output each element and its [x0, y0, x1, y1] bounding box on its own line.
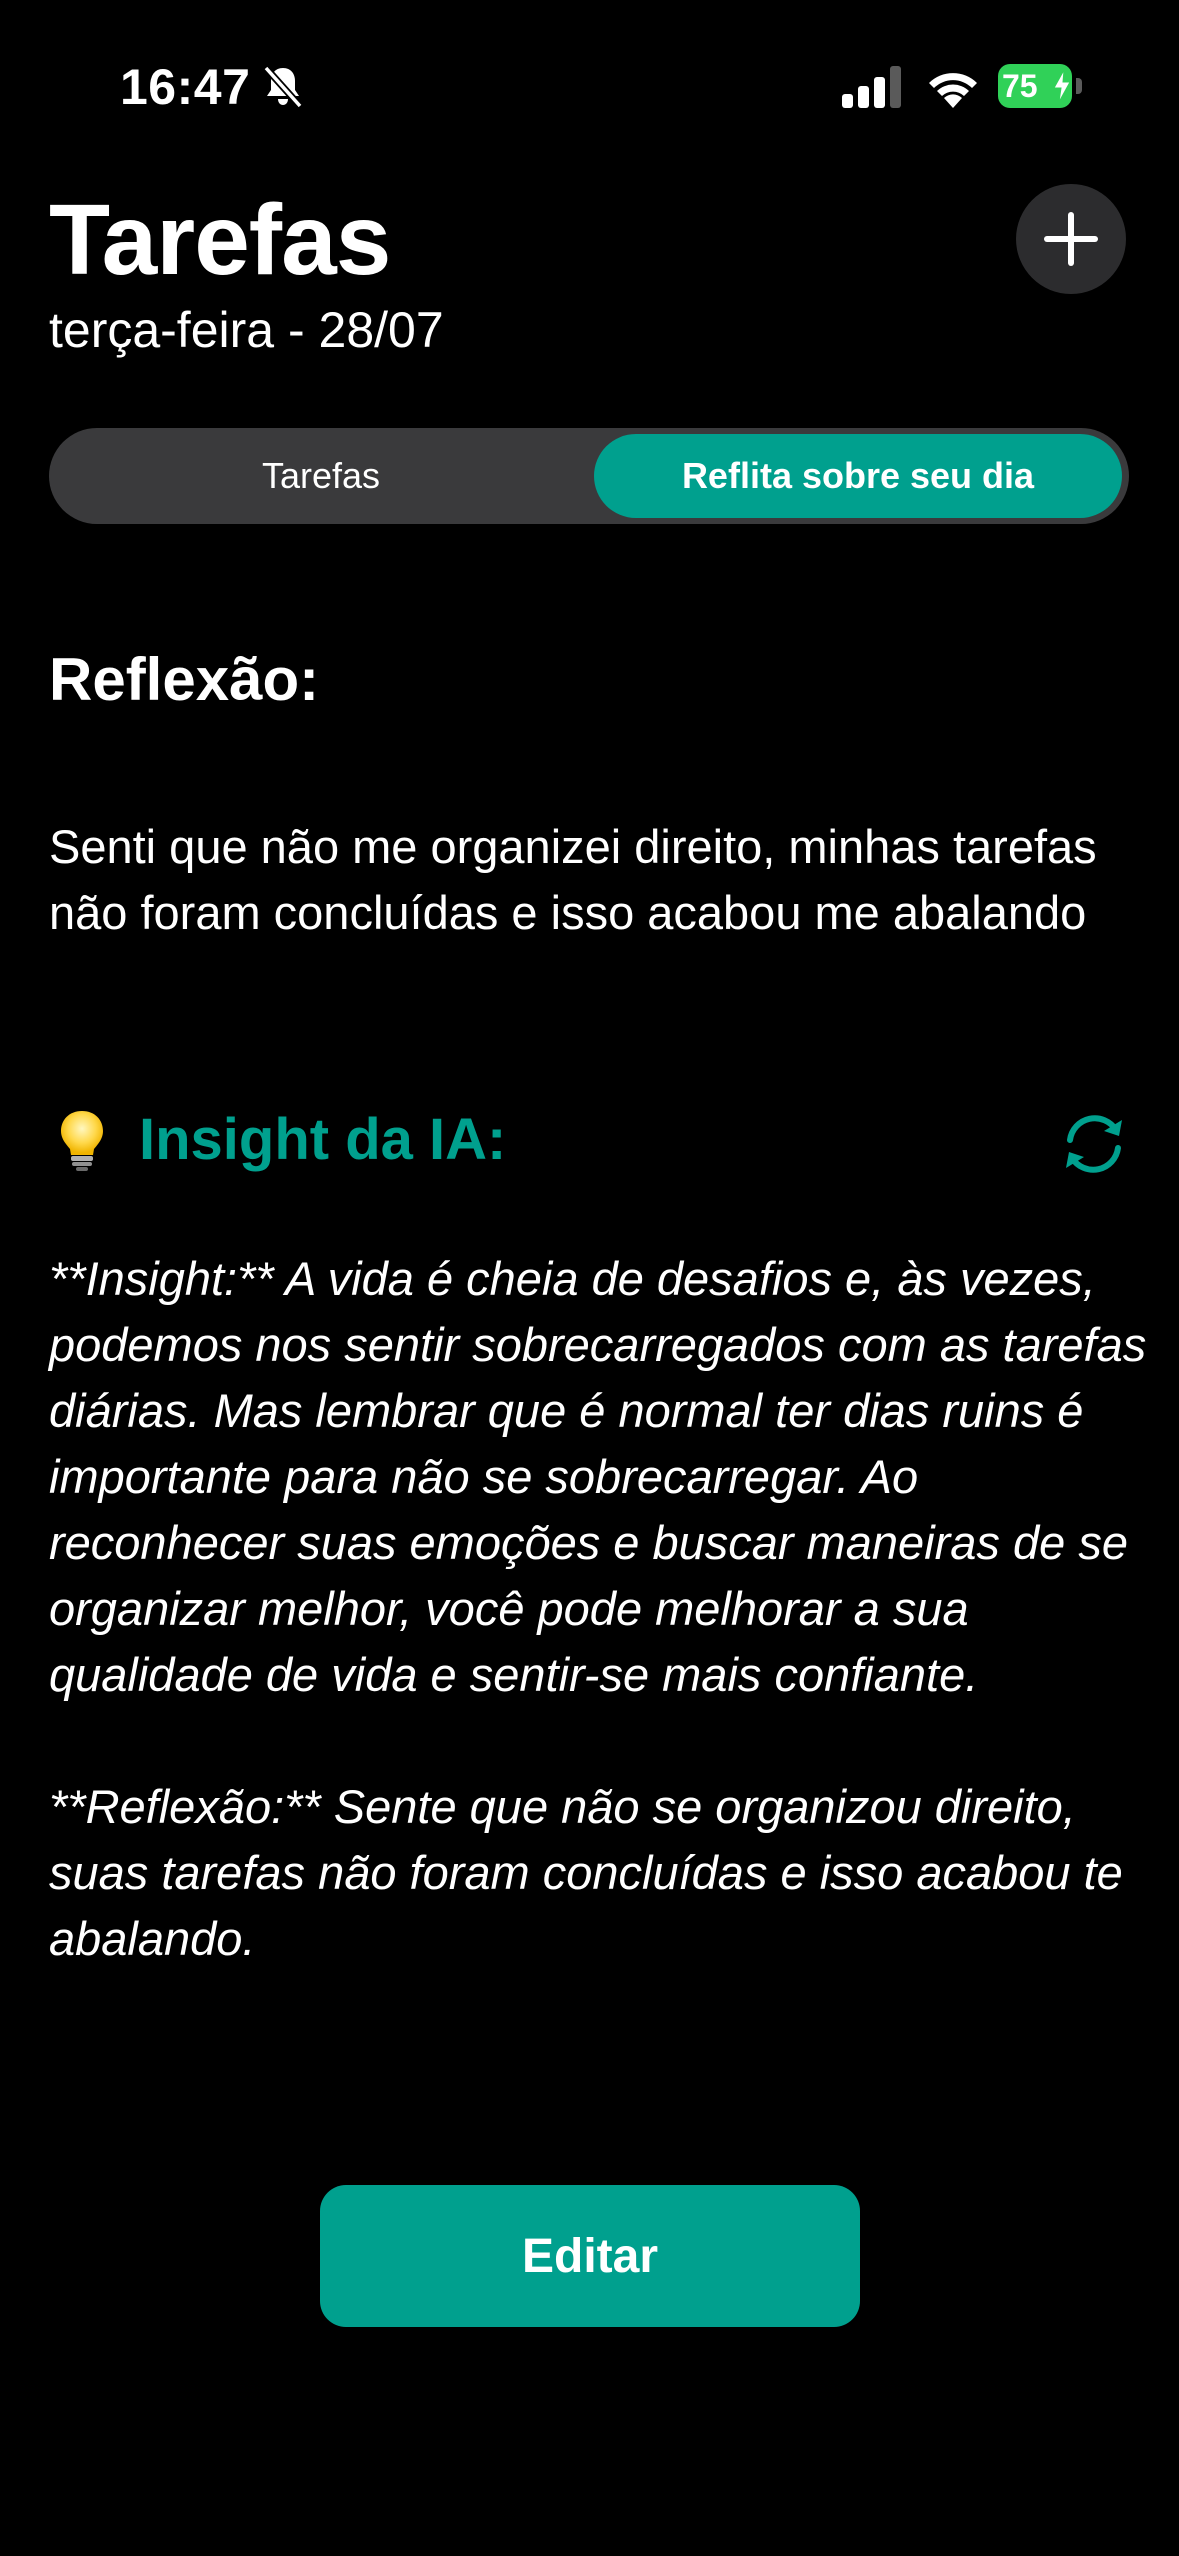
add-task-button[interactable]: [1016, 184, 1126, 294]
reflection-text: Senti que não me organizei direito, minh…: [49, 820, 1097, 939]
insight-paragraph: **Insight:** A vida é cheia de desafios …: [49, 1252, 1147, 1701]
battery-cap: [1076, 78, 1082, 94]
refresh-insight-button[interactable]: [1056, 1106, 1132, 1182]
insight-title: Insight da IA:: [139, 1107, 507, 1172]
page-date: terça-feira - 28/07: [49, 302, 444, 358]
bell-slash-icon: [263, 65, 303, 109]
tab-tarefas[interactable]: Tarefas: [55, 434, 587, 518]
status-bar: 16:47 75: [0, 0, 1179, 175]
page-title: Tarefas: [49, 184, 391, 296]
tab-reflita-sobre-seu-dia[interactable]: Reflita sobre seu dia: [594, 434, 1122, 518]
lightbulb-icon: [61, 1111, 103, 1171]
battery-level: 75: [1002, 68, 1038, 104]
edit-button[interactable]: Editar: [320, 2185, 860, 2327]
segmented-control: Tarefas Reflita sobre seu dia: [49, 428, 1129, 524]
reflection-title: Reflexão:: [49, 646, 320, 713]
plus-icon: [1044, 212, 1098, 266]
bolt-icon: [1053, 70, 1071, 102]
insight-body: **Insight:** A vida é cheia de desafios …: [49, 1246, 1149, 2038]
battery-charging-icon: 75: [998, 64, 1082, 108]
cellular-signal-icon: [842, 66, 901, 108]
insight-header: Insight da IA:: [49, 1100, 506, 1180]
refresh-icon: [1066, 1115, 1122, 1173]
insight-paragraph: **Reflexão:** Sente que não se organizou…: [49, 1780, 1123, 1965]
status-time: 16:47: [120, 59, 251, 115]
wifi-icon: [929, 73, 977, 108]
